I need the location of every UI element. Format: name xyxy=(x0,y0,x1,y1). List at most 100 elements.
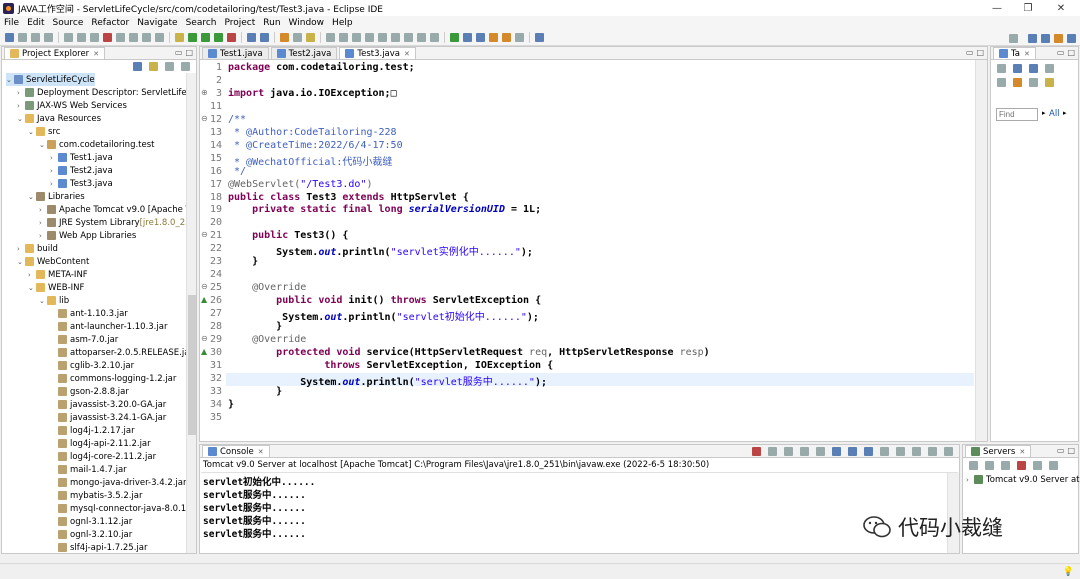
open-type-icon[interactable] xyxy=(280,33,289,42)
close-icon[interactable]: ✕ xyxy=(1024,50,1030,58)
chevron-right-icon[interactable]: › xyxy=(39,219,47,227)
step-over-icon[interactable] xyxy=(142,33,151,42)
chevron-down-icon[interactable]: ⌄ xyxy=(39,141,47,149)
save-all-icon[interactable] xyxy=(31,33,40,42)
minimize-icon[interactable]: ▭ xyxy=(1057,446,1065,455)
hide-icon[interactable] xyxy=(1029,78,1038,87)
save-icon[interactable] xyxy=(18,33,27,42)
run-icon[interactable] xyxy=(201,33,210,42)
tree-item[interactable]: javassist-3.20.0-GA.jar xyxy=(50,398,166,411)
tree-item[interactable]: › META-INF xyxy=(28,268,88,281)
tools-icon[interactable] xyxy=(175,33,184,42)
tree-item[interactable]: › JAX-WS Web Services xyxy=(17,99,127,112)
tree-item[interactable]: asm-7.0.jar xyxy=(50,333,118,346)
next-annotation-icon[interactable] xyxy=(463,33,472,42)
step-into-icon[interactable] xyxy=(129,33,138,42)
menu-edit[interactable]: Edit xyxy=(23,18,48,28)
menu-run[interactable]: Run xyxy=(259,18,284,28)
terminate-icon[interactable] xyxy=(103,33,112,42)
last-edit-icon[interactable] xyxy=(489,33,498,42)
word-wrap-icon[interactable] xyxy=(378,33,387,42)
chevron-down-icon[interactable]: ⌄ xyxy=(39,297,47,305)
tree-item[interactable]: javassist-3.24.1-GA.jar xyxy=(50,411,166,424)
step-return-icon[interactable] xyxy=(155,33,164,42)
tree-item[interactable]: gson-2.8.8.jar xyxy=(50,385,129,398)
maximize-icon[interactable]: □ xyxy=(1067,48,1075,57)
lightbulb-icon[interactable]: 💡 xyxy=(1063,567,1074,577)
focus-icon[interactable] xyxy=(1045,78,1054,87)
chevron-right-icon[interactable]: › xyxy=(17,245,25,253)
chevron-down-icon[interactable]: ⌄ xyxy=(28,193,36,201)
tree-item[interactable]: log4j-1.2.17.jar xyxy=(50,424,135,437)
scroll-lock-icon[interactable] xyxy=(816,447,825,456)
tree-item[interactable]: slf4j-api-1.7.25.jar xyxy=(50,541,147,553)
tree-item[interactable]: › Test3.java xyxy=(50,177,113,190)
open-perspective-icon[interactable] xyxy=(1028,33,1037,43)
profile-server-icon[interactable] xyxy=(1001,461,1010,470)
close-icon[interactable]: ✕ xyxy=(93,50,99,58)
tree-item[interactable]: ognl-3.1.12.jar xyxy=(50,515,132,528)
explorer-scrollbar-thumb[interactable] xyxy=(188,295,196,435)
java-perspective-icon[interactable] xyxy=(1067,33,1076,43)
debug-perspective-icon[interactable] xyxy=(1054,33,1063,43)
maximize-button[interactable]: ❐ xyxy=(1014,0,1042,16)
menu-source[interactable]: Source xyxy=(49,18,88,28)
minimize-button[interactable]: — xyxy=(983,0,1011,16)
chevron-right-icon[interactable]: › xyxy=(50,180,58,188)
comment-icon[interactable] xyxy=(417,33,426,42)
menu-search[interactable]: Search xyxy=(182,18,221,28)
tree-item[interactable]: › Test2.java xyxy=(50,164,113,177)
remove-launch-icon[interactable] xyxy=(768,447,777,456)
link-with-editor-icon[interactable] xyxy=(149,62,158,71)
chevron-down-icon[interactable]: ⌄ xyxy=(28,284,36,292)
pin-console-icon[interactable] xyxy=(880,447,889,456)
server-item[interactable]: › Tomcat v9.0 Server at xyxy=(966,473,1080,486)
tree-item[interactable]: ⌄ WebContent xyxy=(17,255,89,268)
display-console-icon[interactable] xyxy=(896,447,905,456)
suspend-icon[interactable] xyxy=(90,33,99,42)
chevron-down-icon[interactable]: ⌄ xyxy=(17,115,25,123)
menu-refactor[interactable]: Refactor xyxy=(87,18,133,28)
new-task-icon[interactable] xyxy=(997,64,1006,73)
code-editor[interactable]: 1 package com.codetailoring.test; 2 ⊕ 3 impor… xyxy=(200,60,975,441)
minimize-icon[interactable]: ▭ xyxy=(1057,48,1065,57)
show-source-icon[interactable] xyxy=(391,33,400,42)
show-stderr-icon[interactable] xyxy=(864,447,873,456)
close-icon[interactable]: ✕ xyxy=(404,50,410,58)
stop-server-icon[interactable] xyxy=(1017,461,1026,470)
chevron-down-icon[interactable]: ⌄ xyxy=(17,258,25,266)
menu-help[interactable]: Help xyxy=(328,18,357,28)
debug-server-icon[interactable] xyxy=(969,461,978,470)
tree-item[interactable]: ⌄ lib xyxy=(39,294,69,307)
clear-console-icon[interactable] xyxy=(800,447,809,456)
minimize-icon[interactable]: ▭ xyxy=(175,48,183,57)
sync-icon[interactable] xyxy=(1013,78,1022,87)
search-icon[interactable] xyxy=(306,33,315,42)
print-icon[interactable] xyxy=(44,33,53,42)
chevron-right-icon[interactable]: › xyxy=(50,167,58,175)
tab-test2-java[interactable]: Test2.java xyxy=(270,47,338,59)
minimize-icon[interactable]: ▭ xyxy=(966,48,974,57)
show-stdout-icon[interactable] xyxy=(848,447,857,456)
tree-item[interactable]: commons-logging-1.2.jar xyxy=(50,372,176,385)
find-input[interactable] xyxy=(996,108,1038,121)
toggle-mark-icon[interactable] xyxy=(339,33,348,42)
coverage-icon[interactable] xyxy=(214,33,223,42)
tab-task-list[interactable]: Ta ✕ xyxy=(993,47,1036,59)
external-tools-icon[interactable] xyxy=(227,33,236,42)
editor-scrollbar[interactable] xyxy=(975,60,987,441)
resume-icon[interactable] xyxy=(77,33,86,42)
tree-item[interactable]: › Web App Libraries xyxy=(39,229,136,242)
chevron-down-icon[interactable]: ⌄ xyxy=(28,128,36,136)
maximize-icon[interactable]: □ xyxy=(185,48,193,57)
word-wrap-icon[interactable] xyxy=(832,447,841,456)
publish-icon[interactable] xyxy=(1033,461,1042,470)
chevron-right-icon[interactable]: › xyxy=(39,232,47,240)
previous-annotation-icon[interactable] xyxy=(476,33,485,42)
tree-item[interactable]: mysql-connector-java-8.0.1 xyxy=(50,502,186,515)
debug-icon[interactable] xyxy=(188,33,197,42)
skip-breakpoints-icon[interactable] xyxy=(64,33,73,42)
new-class-icon[interactable] xyxy=(260,33,269,42)
web-browser-icon[interactable] xyxy=(450,33,459,42)
tree-item[interactable]: ⌄ ServletLifeCycle xyxy=(6,73,95,86)
